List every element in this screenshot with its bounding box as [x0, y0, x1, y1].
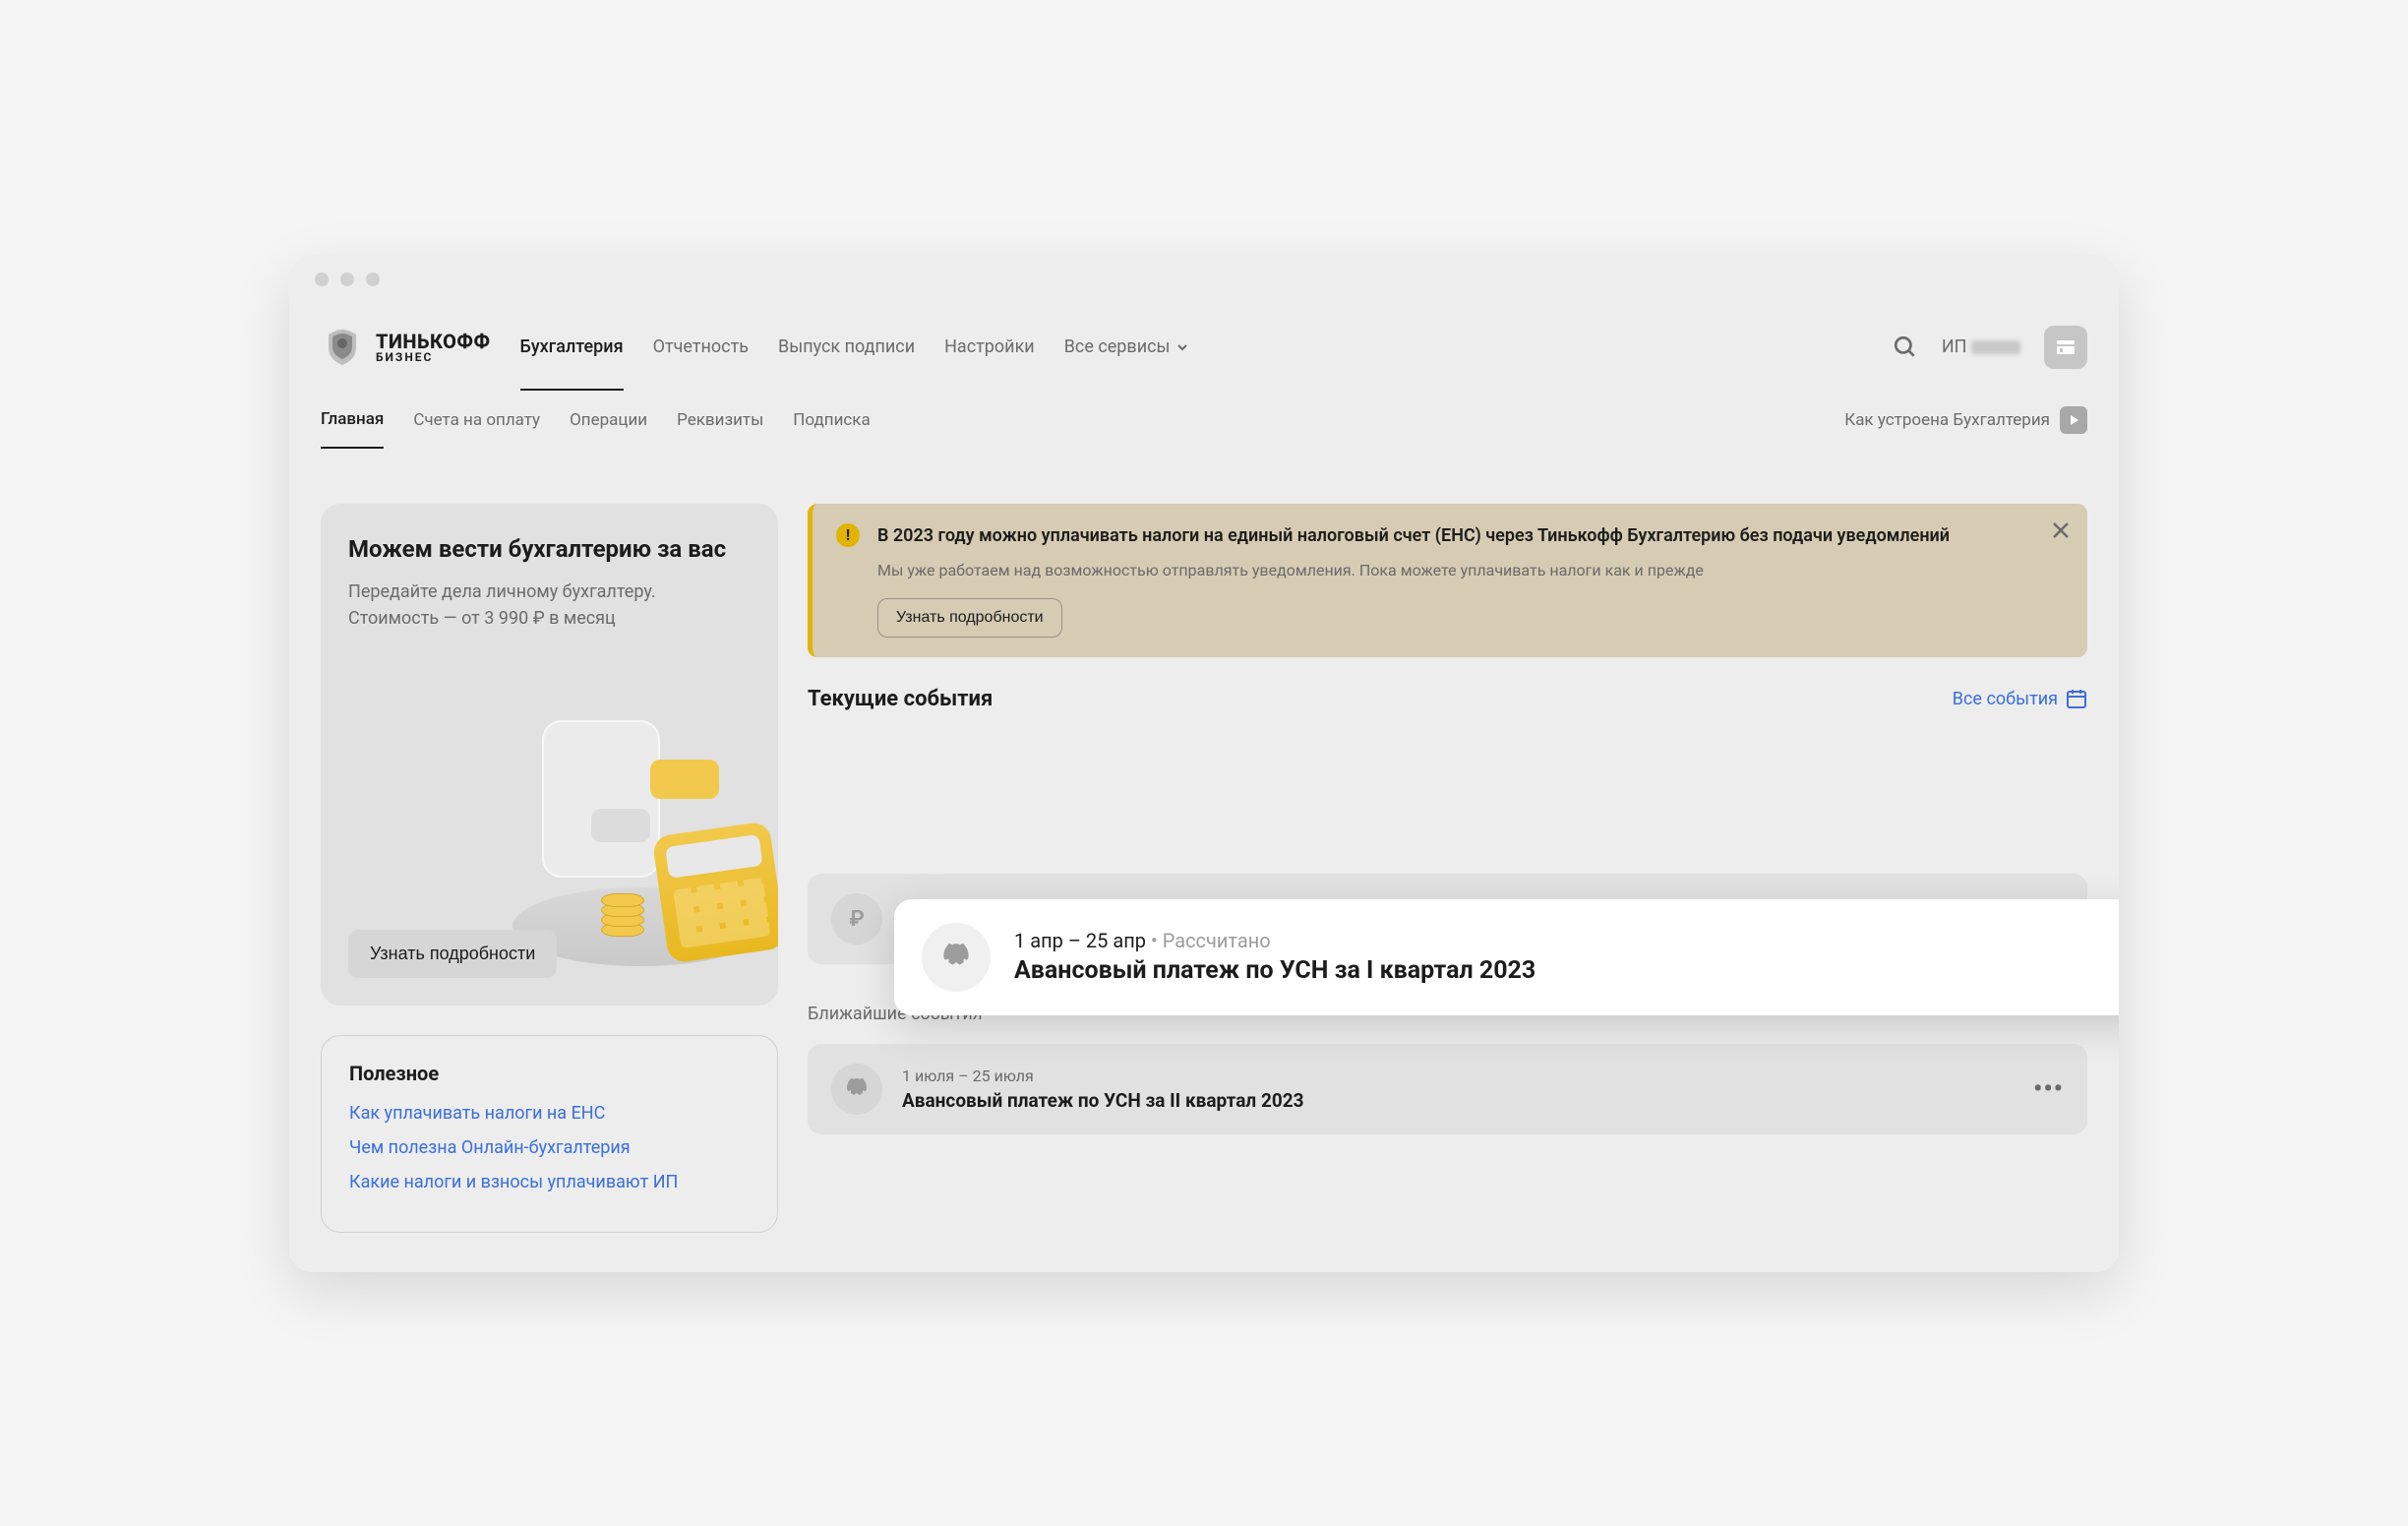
event-upcoming-dates: 1 июля – 25 июля: [902, 1067, 2014, 1085]
nav-settings[interactable]: Настройки: [944, 305, 1035, 389]
promo-title: Можем вести бухгалтерию за вас: [348, 533, 751, 565]
content-area: Можем вести бухгалтерию за вас Передайте…: [289, 450, 2119, 1272]
useful-link-3[interactable]: Какие налоги и взносы уплачивают ИП: [349, 1172, 750, 1192]
subnav-subscription[interactable]: Подписка: [793, 393, 870, 448]
play-icon: [2060, 406, 2087, 434]
calculator-icon: [652, 821, 778, 963]
event-highlight-status: Рассчитано: [1163, 929, 1271, 952]
topbar-right: ИП: [1893, 326, 2087, 369]
window-chrome: [289, 255, 2119, 304]
useful-card: Полезное Как уплачивать налоги на ЕНС Че…: [321, 1035, 778, 1233]
calendar-icon: [2066, 688, 2087, 709]
logo-line1: ТИНЬКОФФ: [376, 332, 491, 351]
event-card-upcoming[interactable]: 1 июля – 25 июля Авансовый платеж по УСН…: [808, 1044, 2087, 1134]
notice-desc: Мы уже работаем над возможностью отправл…: [877, 559, 2064, 582]
nav-all-services[interactable]: Все сервисы: [1064, 305, 1188, 389]
window-dot-close[interactable]: [315, 273, 329, 286]
notice-banner: ! В 2023 году можно уплачивать налоги на…: [808, 504, 2087, 657]
warning-icon: !: [836, 523, 860, 547]
subnav-invoices[interactable]: Счета на оплату: [413, 393, 540, 448]
help-link-label: Как устроена Бухгалтерия: [1844, 410, 2050, 430]
main-nav: Бухгалтерия Отчетность Выпуск подписи На…: [520, 305, 1863, 389]
search-icon[interactable]: [1893, 335, 1918, 360]
nav-all-services-label: Все сервисы: [1064, 336, 1171, 357]
eagle-icon: [922, 923, 991, 992]
nav-reporting[interactable]: Отчетность: [653, 305, 749, 389]
topbar: ТИНЬКОФФ БИЗНЕС Бухгалтерия Отчетность В…: [289, 304, 2119, 391]
window-dot-minimize[interactable]: [340, 273, 354, 286]
chevron-down-icon: [1176, 341, 1188, 353]
promo-details-button[interactable]: Узнать подробности: [348, 930, 557, 978]
subnav-operations[interactable]: Операции: [570, 393, 647, 448]
apps-grid-icon[interactable]: [2044, 326, 2087, 369]
close-icon[interactable]: [2050, 519, 2072, 541]
logo-text: ТИНЬКОФФ БИЗНЕС: [376, 332, 491, 363]
promo-illustration: [512, 720, 778, 966]
promo-card: Можем вести бухгалтерию за вас Передайте…: [321, 504, 778, 1006]
svg-text:₽: ₽: [849, 907, 864, 932]
more-icon[interactable]: •••: [2033, 1074, 2064, 1104]
event-highlight-title: Авансовый платеж по УСН за I квартал 202…: [1014, 956, 2119, 985]
user-prefix: ИП: [1942, 336, 1967, 357]
user-label[interactable]: ИП: [1942, 336, 2020, 357]
event-card-highlight[interactable]: 1 апр – 25 апр • Рассчитано Авансовый пл…: [894, 899, 2119, 1015]
useful-title: Полезное: [349, 1062, 750, 1085]
subnav-requisites[interactable]: Реквизиты: [677, 393, 763, 448]
event-highlight-dates: 1 апр – 25 апр: [1014, 929, 1146, 952]
ruble-icon: ₽: [831, 893, 882, 945]
useful-link-2[interactable]: Чем полезна Онлайн-бухгалтерия: [349, 1137, 750, 1158]
promo-desc: Передайте дела личному бухгалтеру. Стоим…: [348, 579, 751, 632]
event-upcoming-title: Авансовый платеж по УСН за II квартал 20…: [902, 1089, 2014, 1112]
useful-link-1[interactable]: Как уплачивать налоги на ЕНС: [349, 1103, 750, 1124]
notice-details-button[interactable]: Узнать подробности: [877, 598, 1062, 638]
eagle-icon: [831, 1064, 882, 1115]
sidebar: Можем вести бухгалтерию за вас Передайте…: [321, 504, 778, 1233]
logo-shield-icon: [321, 326, 364, 369]
user-name-redacted: [1971, 340, 2020, 354]
help-link[interactable]: Как устроена Бухгалтерия: [1844, 406, 2087, 434]
event-highlight-placeholder: [808, 731, 2087, 854]
sub-nav: Главная Счета на оплату Операции Реквизи…: [289, 391, 2119, 450]
notice-title: В 2023 году можно уплачивать налоги на е…: [877, 523, 2064, 549]
logo-line2: БИЗНЕС: [376, 351, 491, 363]
nav-accounting[interactable]: Бухгалтерия: [520, 305, 624, 391]
subnav-home[interactable]: Главная: [321, 392, 384, 449]
window-dot-maximize[interactable]: [366, 273, 380, 286]
event-highlight-meta: 1 апр – 25 апр • Рассчитано: [1014, 929, 2119, 952]
all-events-link[interactable]: Все события: [1953, 688, 2087, 709]
main-column: ! В 2023 году можно уплачивать налоги на…: [808, 504, 2087, 1233]
logo[interactable]: ТИНЬКОФФ БИЗНЕС: [321, 326, 491, 369]
current-events-header: Текущие события Все события: [808, 687, 2087, 711]
section-current-title: Текущие события: [808, 687, 993, 711]
all-events-label: Все события: [1953, 689, 2058, 709]
nav-signature[interactable]: Выпуск подписи: [778, 305, 915, 389]
